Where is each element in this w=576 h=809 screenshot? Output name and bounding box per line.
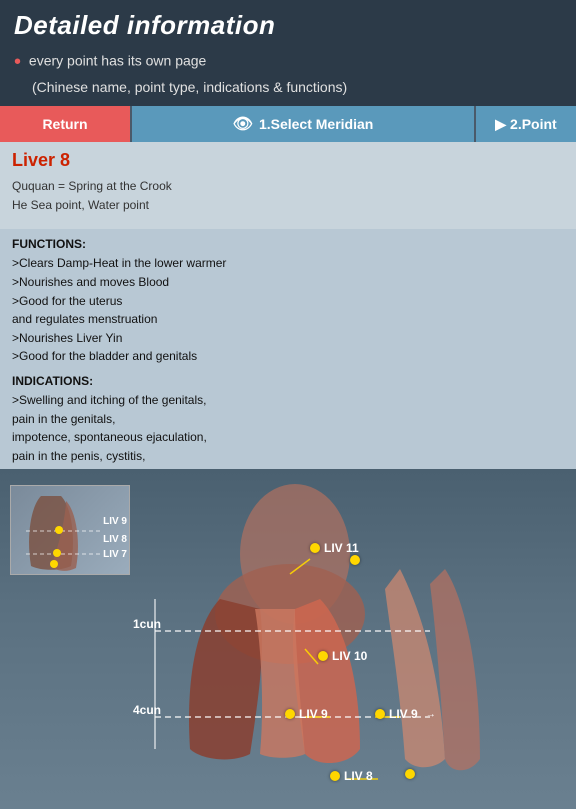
point-label-liv9-right[interactable]: LIV 9 →: [375, 707, 436, 721]
point-button[interactable]: ▶ 2.Point: [476, 106, 576, 142]
header: Detailed information • every point has i…: [0, 0, 576, 106]
point-name: Liver 8: [12, 150, 564, 171]
point-label-liv8-right[interactable]: [405, 769, 415, 779]
point-text-liv10: LIV 10: [332, 649, 367, 663]
point-dot-liv9-right: [375, 709, 385, 719]
anatomy-area: LIV 9 LIV 8 LIV 7 LIV 11 LIV 10 LIV 9 LI…: [0, 469, 576, 809]
thumbnail: LIV 9 LIV 8 LIV 7: [10, 485, 130, 575]
navbar: Return 👁 1.Select Meridian ▶ 2.Point: [0, 106, 576, 142]
return-button[interactable]: Return: [0, 106, 130, 142]
page-subtitle: • every point has its own page (Chinese …: [14, 47, 562, 98]
point-text-liv11: LIV 11: [324, 541, 359, 555]
point-dot-liv9-left: [285, 709, 295, 719]
point-text-liv9-left: LIV 9: [299, 707, 328, 721]
bullet-icon: •: [14, 51, 21, 73]
info-panel: Liver 8 Ququan = Spring at the Crook He …: [0, 142, 576, 229]
point-dot-liv8-main: [330, 771, 340, 781]
thumb-label-liv9: LIV 9: [103, 516, 127, 527]
point-label-liv11b[interactable]: [350, 555, 360, 565]
point-label-liv11[interactable]: LIV 11: [310, 541, 359, 555]
functions-text: >Clears Damp-Heat in the lower warmer >N…: [12, 254, 564, 366]
indications-text: >Swelling and itching of the genitals, p…: [12, 391, 564, 469]
subtitle-line2: (Chinese name, point type, indications &…: [32, 79, 347, 95]
indications-title: INDICATIONS:: [12, 374, 564, 388]
point-dot-liv8-right: [405, 769, 415, 779]
subtitle-line1: every point has its own page: [29, 53, 206, 69]
thumb-label-liv8: LIV 8: [103, 534, 127, 545]
point-text-liv8-main: LIV 8: [344, 769, 373, 783]
functions-title: FUNCTIONS:: [12, 237, 564, 251]
thumbnail-svg: [11, 486, 130, 575]
point-dot-liv10: [318, 651, 328, 661]
point-label-liv10[interactable]: LIV 10: [318, 649, 367, 663]
arrow-icon: ▶: [495, 116, 506, 133]
eye-icon: 👁: [233, 114, 253, 134]
thumb-label-liv7: LIV 7: [103, 549, 127, 560]
point-text-liv9-right: LIV 9: [389, 707, 418, 721]
measure-1cun: 1cun: [133, 617, 161, 631]
select-meridian-button[interactable]: 👁 1.Select Meridian: [130, 106, 476, 142]
point-dot-liv11: [310, 543, 320, 553]
measure-4cun: 4cun: [133, 703, 161, 717]
page-title: Detailed information: [14, 10, 562, 41]
point-dot-liv11b: [350, 555, 360, 565]
point-label-liv9-left[interactable]: LIV 9: [285, 707, 328, 721]
point-chinese: Ququan = Spring at the Crook He Sea poin…: [12, 177, 564, 215]
point-label-liv8-main[interactable]: LIV 8: [330, 769, 373, 783]
thumbnail-inner: LIV 9 LIV 8 LIV 7: [11, 486, 129, 574]
content-area: FUNCTIONS: >Clears Damp-Heat in the lowe…: [0, 229, 576, 469]
